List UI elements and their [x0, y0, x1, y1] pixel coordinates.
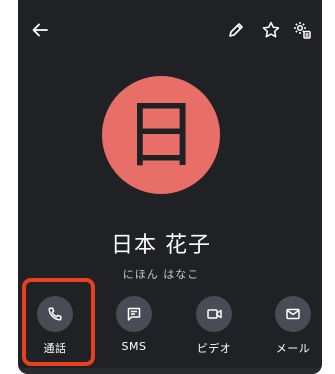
contact-avatar: 日 — [102, 76, 220, 194]
message-icon — [116, 296, 152, 332]
contact-screen: 日 日本 花子 にほん はなこ 通話 SMS ビデオ メール — [18, 0, 322, 374]
contact-name-reading: にほん はなこ — [122, 268, 200, 281]
call-label: 通話 — [43, 342, 67, 355]
mail-label: メール — [275, 342, 311, 355]
top-app-bar — [18, 0, 322, 60]
mail-button[interactable]: メール — [261, 296, 322, 356]
bottom-sheet-edge — [18, 368, 322, 374]
sms-label: SMS — [121, 340, 147, 353]
video-button[interactable]: ビデオ — [182, 296, 246, 356]
phone-icon — [37, 296, 73, 332]
manage-settings-icon[interactable] — [290, 18, 314, 42]
star-outline-icon[interactable] — [259, 18, 283, 42]
edit-pencil-icon[interactable] — [224, 18, 248, 42]
avatar-initial: 日 — [124, 92, 198, 178]
mail-icon — [275, 296, 311, 332]
contact-name: 日本 花子 — [111, 233, 211, 258]
back-arrow-icon[interactable] — [28, 18, 52, 42]
sms-button[interactable]: SMS — [102, 296, 166, 356]
video-icon — [196, 296, 232, 332]
video-label: ビデオ — [196, 342, 232, 355]
call-button[interactable]: 通話 — [23, 296, 87, 356]
